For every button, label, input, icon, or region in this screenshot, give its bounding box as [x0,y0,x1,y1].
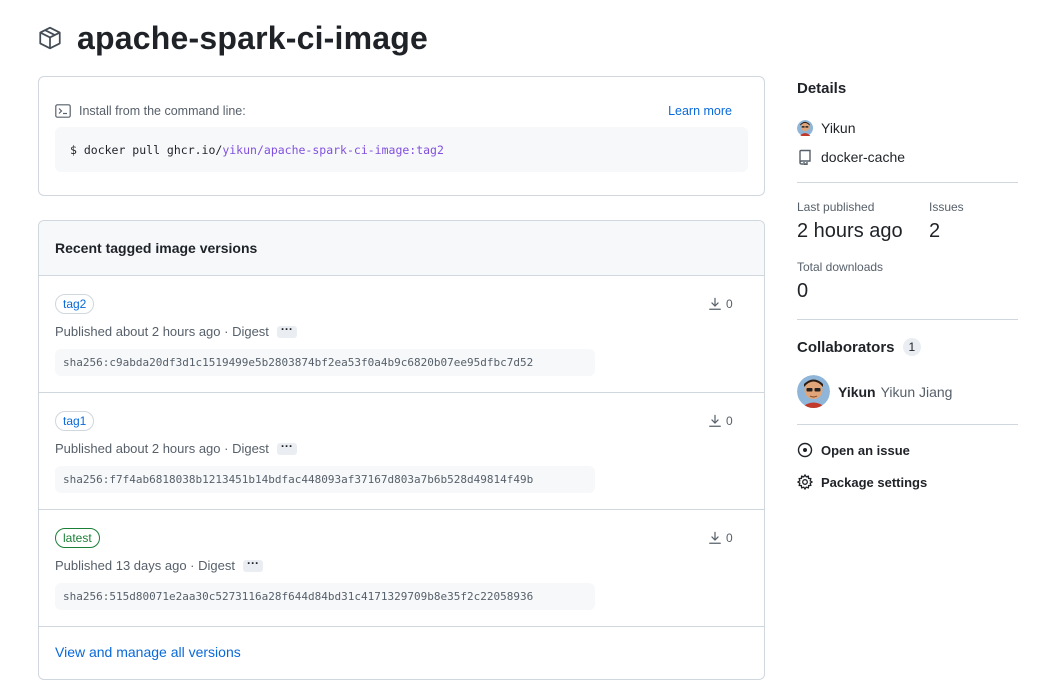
page-title: apache-spark-ci-image [77,19,429,56]
download-icon [708,414,726,428]
download-value: 0 [726,531,733,545]
total-downloads-value: 0 [797,280,809,302]
repo-name: docker-cache [821,149,906,165]
published-text: Published 13 days ago · Digest [55,558,235,573]
version-tag[interactable]: tag2 [55,294,95,314]
owner-name: Yikun [821,120,856,136]
last-published-label: Last published [797,200,875,214]
download-value: 0 [726,297,733,311]
open-issue-label: Open an issue [821,442,910,458]
package-settings-label: Package settings [821,474,928,490]
download-value: 0 [726,414,733,428]
last-published-value: 2 hours ago [797,220,903,242]
collaborator-avatar [797,375,830,408]
owner-link[interactable]: Yikun [797,118,856,138]
command-image-link[interactable]: apache-spark-ci-image:tag2 [264,143,444,157]
divider [797,182,1018,183]
version-tag[interactable]: tag1 [55,411,95,431]
repo-link[interactable]: docker-cache [797,147,905,167]
issues-value: 2 [929,220,941,242]
download-icon [708,297,726,311]
published-info: Published about 2 hours ago · Digest ··· [55,323,297,339]
page-header: apache-spark-ci-image [37,18,428,58]
download-icon [708,531,726,545]
collaborators-count-badge: 1 [902,338,922,356]
digest-expand-button[interactable]: ··· [276,323,297,338]
owner-avatar [797,119,814,137]
view-all-versions-link[interactable]: View and manage all versions [55,644,241,660]
digest-value: sha256:515d80071e2aa30c5273116a28f644d84… [55,583,595,610]
published-text: Published about 2 hours ago · Digest [55,441,269,456]
total-downloads-label: Total downloads [797,260,884,274]
download-count: 0 [708,414,733,428]
version-row: latest 0 Published 13 days ago · Digest … [39,510,764,627]
package-icon [37,25,63,51]
version-tag-latest[interactable]: latest [55,528,100,548]
install-label: Install from the command line: [79,104,246,118]
install-command[interactable]: $ docker pull ghcr.io/yikun / apache-spark… [55,127,748,172]
collaborators-heading: Collaborators [797,338,895,356]
download-count: 0 [708,297,733,311]
command-owner-link[interactable]: yikun [222,143,257,157]
versions-panel: Recent tagged image versions tag2 0 Publ… [38,220,765,680]
collaborator-fullname: Yikun Jiang [880,383,953,400]
version-row: tag2 0 Published about 2 hours ago · Dig… [39,276,764,393]
gear-icon [797,474,821,490]
version-row: tag1 0 Published about 2 hours ago · Dig… [39,393,764,510]
package-settings-link[interactable]: Package settings [797,474,927,490]
command-prefix: $ docker pull ghcr.io/ [70,142,223,157]
digest-value: sha256:f7f4ab6818038b1213451b14bdfac4480… [55,466,595,493]
published-info: Published 13 days ago · Digest ··· [55,557,263,573]
learn-more-link[interactable]: Learn more [668,104,732,118]
collaborator-item[interactable]: Yikun Yikun Jiang [797,375,952,408]
terminal-icon [55,103,71,119]
command-separator: / [256,142,264,157]
collaborator-login[interactable]: Yikun [838,384,876,400]
issues-label: Issues [929,200,964,214]
issue-opened-icon [797,442,821,458]
digest-expand-button[interactable]: ··· [242,557,263,572]
digest-value: sha256:c9abda20df3d1c1519499e5b2803874bf… [55,349,595,376]
published-text: Published about 2 hours ago · Digest [55,324,269,339]
collaborators-header: Collaborators 1 [797,338,922,356]
download-count: 0 [708,531,733,545]
open-issue-link[interactable]: Open an issue [797,442,910,458]
divider [797,424,1018,425]
versions-title: Recent tagged image versions [39,221,764,276]
divider [797,319,1018,320]
digest-expand-button[interactable]: ··· [276,440,297,455]
published-info: Published about 2 hours ago · Digest ··· [55,440,297,456]
repo-icon [797,149,821,165]
install-panel: Install from the command line: Learn mor… [38,76,765,196]
details-heading: Details [797,80,847,97]
